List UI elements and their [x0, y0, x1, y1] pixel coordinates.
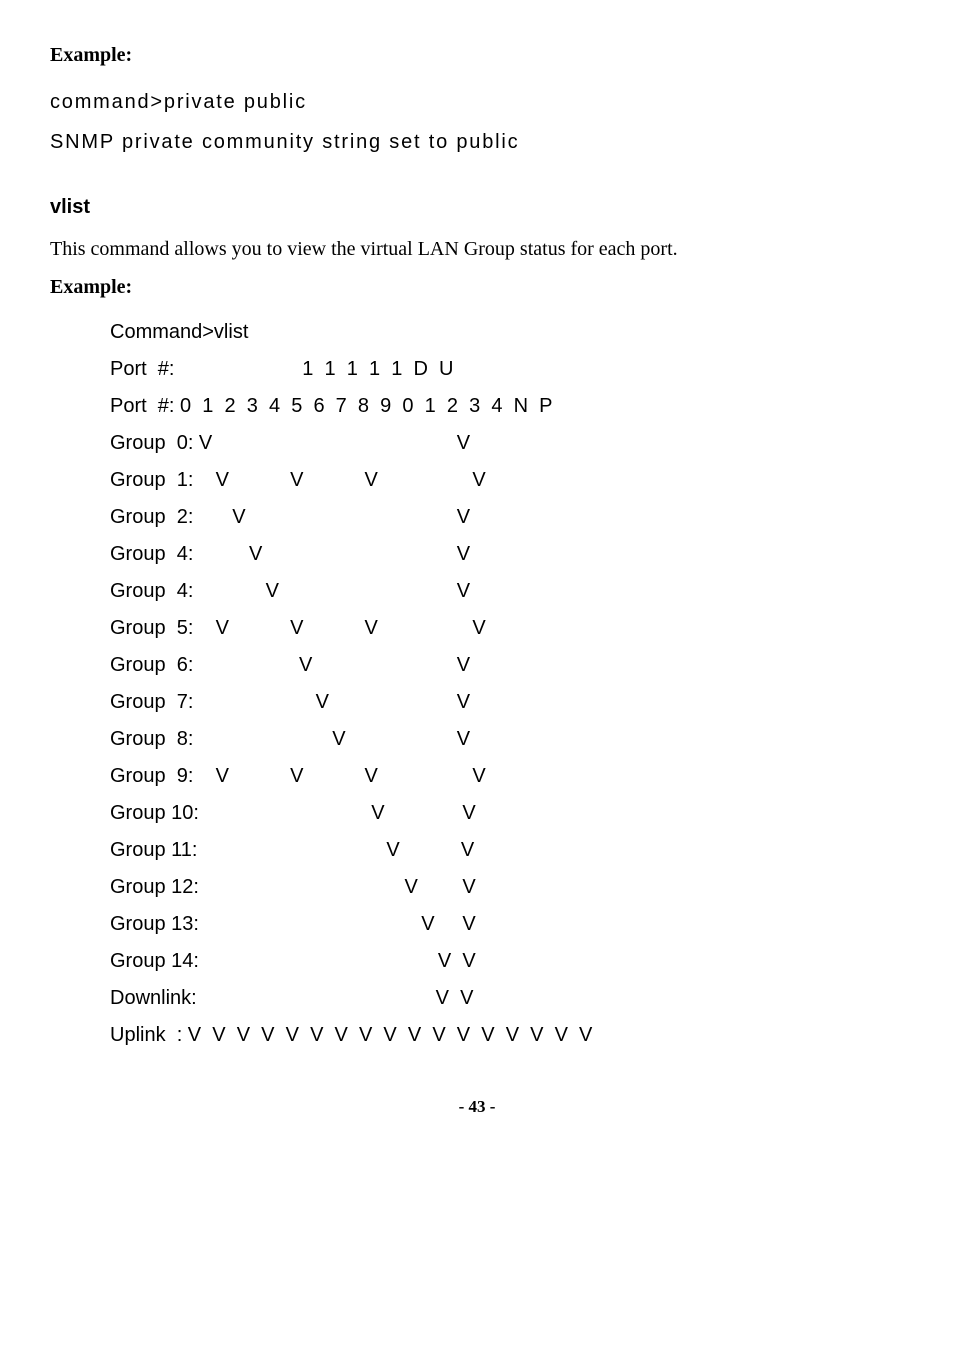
t2-l3: Group 0: V V: [110, 432, 470, 454]
t2-l15: Group 12: V V: [110, 876, 476, 898]
t2-l4: Group 1: V V V V: [110, 469, 486, 491]
term1-line2: SNMP private community string set to pub…: [50, 131, 519, 153]
t2-l5: Group 2: V V: [110, 506, 470, 528]
terminal-output-2: Command>vlist Port #: 1 1 1 1 1 D U Port…: [110, 314, 904, 1054]
term1-line1: command>private public: [50, 91, 307, 113]
t2-l10: Group 7: V V: [110, 691, 470, 713]
section-description: This command allows you to view the virt…: [50, 234, 904, 264]
t2-l13: Group 10: V V: [110, 802, 476, 824]
t2-l14: Group 11: V V: [110, 839, 474, 861]
example-heading-2: Example:: [50, 272, 904, 302]
t2-l8: Group 5: V V V V: [110, 617, 486, 639]
example-heading-1: Example:: [50, 40, 904, 70]
t2-l6: Group 4: V V: [110, 543, 470, 565]
t2-l2: Port #: 0 1 2 3 4 5 6 7 8 9 0 1 2 3 4 N …: [110, 395, 552, 417]
t2-l1: Port #: 1 1 1 1 1 D U: [110, 358, 453, 380]
t2-l7: Group 4: V V: [110, 580, 470, 602]
t2-l17: Group 14: V V: [110, 950, 476, 972]
section-title-vlist: vlist: [50, 192, 904, 222]
t2-l11: Group 8: V V: [110, 728, 470, 750]
t2-l9: Group 6: V V: [110, 654, 470, 676]
t2-l19: Uplink : V V V V V V V V V V V V V V V V…: [110, 1024, 592, 1046]
t2-l16: Group 13: V V: [110, 913, 476, 935]
t2-l18: Downlink: V V: [110, 987, 473, 1009]
t2-l12: Group 9: V V V V: [110, 765, 486, 787]
page-number: - 43 -: [50, 1094, 904, 1120]
t2-l0: Command>vlist: [110, 321, 248, 343]
terminal-output-1: command>private public SNMP private comm…: [50, 82, 904, 162]
